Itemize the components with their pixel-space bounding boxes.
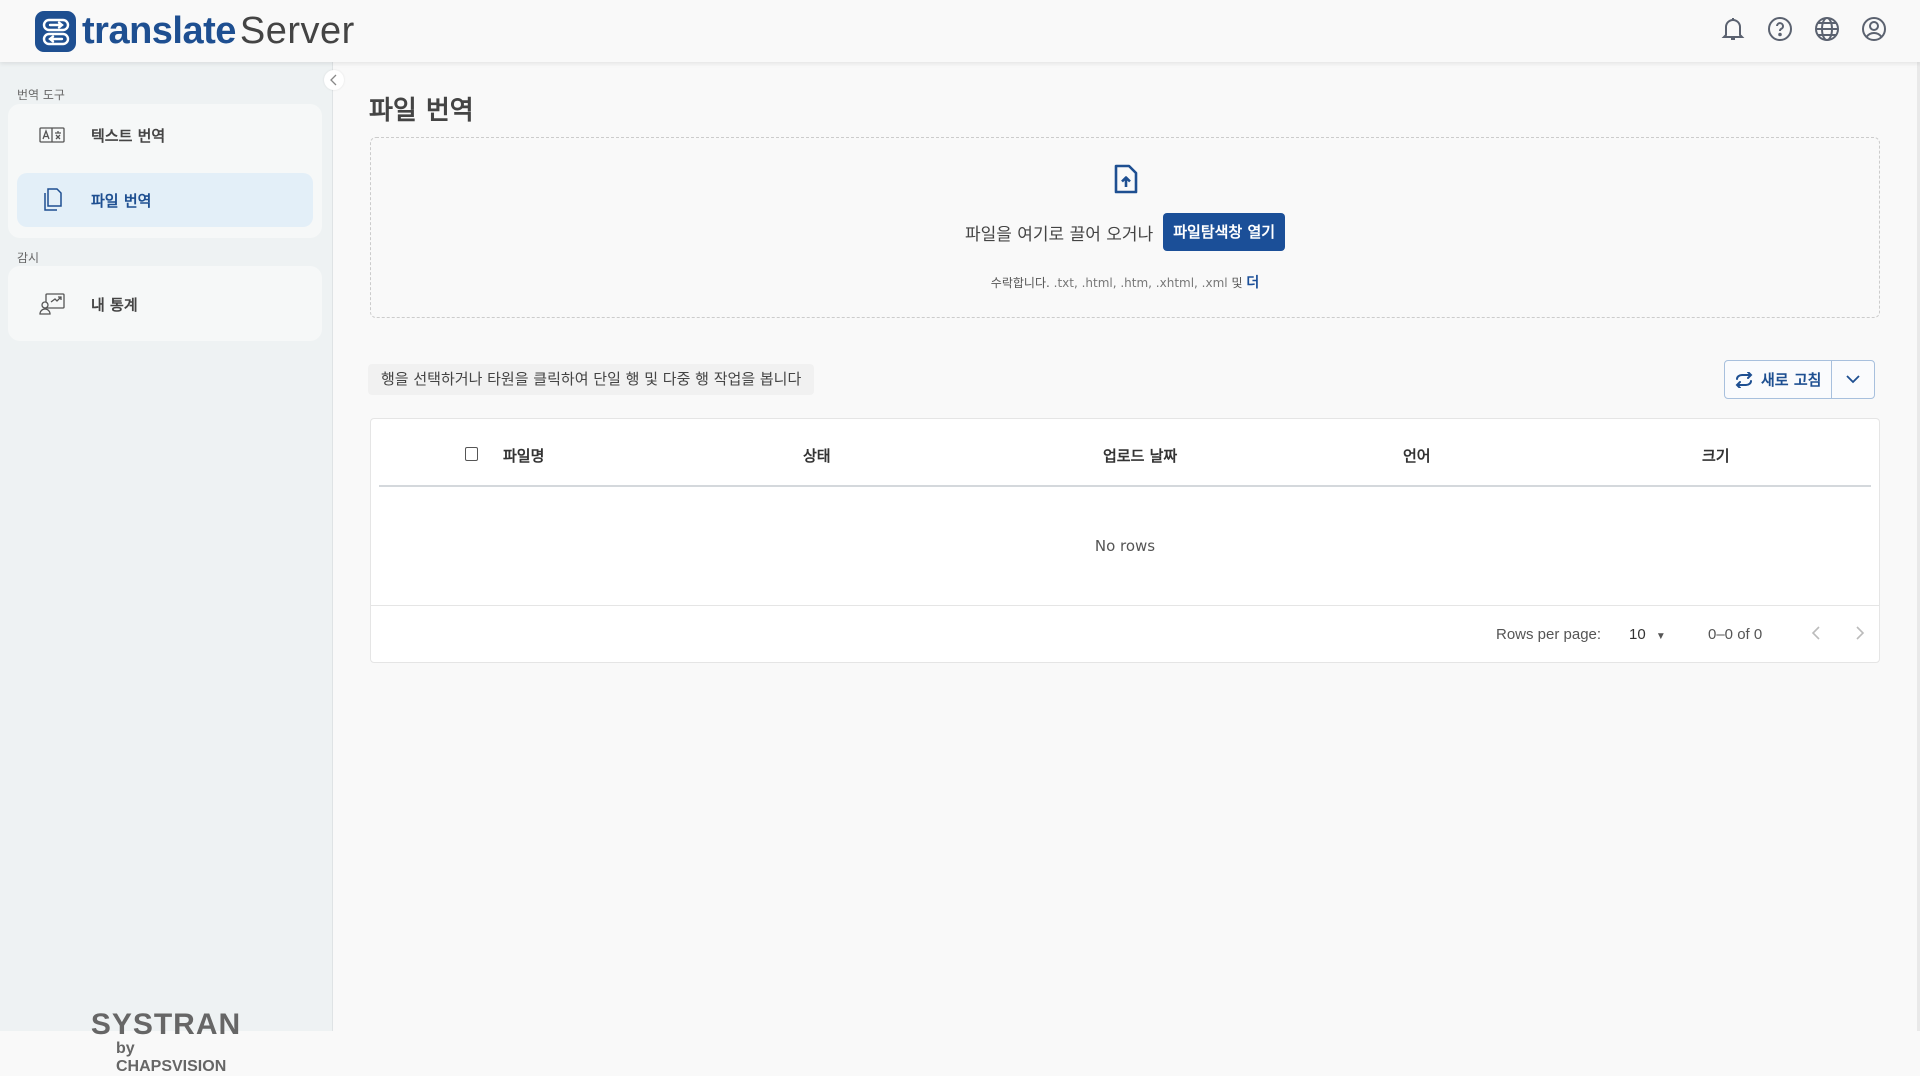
refresh-options-dropdown[interactable]	[1832, 361, 1874, 398]
rows-per-page-value: 10	[1629, 626, 1646, 643]
logo-text-server: Server	[239, 10, 355, 52]
sidebar-item-label: 텍스트 번역	[91, 126, 166, 145]
drag-drop-text: 파일을 여기로 끌어 오거나	[964, 224, 1154, 245]
pagination-range: 0–0 of 0	[1708, 626, 1763, 643]
stats-icon	[39, 293, 65, 315]
file-copy-icon	[44, 188, 62, 211]
systran-byline: by CHAPSVISION	[116, 1040, 227, 1075]
rows-per-page-label: Rows per page:	[1496, 626, 1602, 643]
systran-wordmark: SYSTRAN	[90, 1008, 242, 1041]
sidebar-item-text-translation[interactable]: 텍스트 번역	[17, 108, 313, 162]
refresh-button[interactable]: 새로 고침	[1725, 361, 1832, 398]
collapse-sidebar-button[interactable]	[324, 70, 344, 90]
table-pagination: Rows per page: 10 ▼ 0–0 of 0	[371, 605, 1879, 663]
column-header-size[interactable]: 크기	[1702, 445, 1730, 466]
previous-page-button[interactable]	[1810, 624, 1822, 642]
section-label-monitoring: 감시	[17, 251, 40, 265]
refresh-icon	[1735, 371, 1753, 388]
rows-per-page-select[interactable]: 10 ▼	[1629, 626, 1666, 643]
files-table: 파일명 상태 업로드 날짜 언어 크기 No rows Rows per pag…	[370, 418, 1880, 663]
refresh-label: 새로 고침	[1761, 371, 1822, 389]
section-label-translation-tools: 번역 도구	[17, 88, 65, 102]
sidebar-item-label: 파일 번역	[91, 191, 152, 210]
accepted-extensions: .txt, .html, .htm, .xhtml, .xml	[1049, 276, 1232, 290]
accept-prefix: 수락합니다.	[990, 276, 1050, 290]
column-header-upload-date[interactable]: 업로드 날짜	[1103, 445, 1177, 466]
next-page-button[interactable]	[1854, 624, 1866, 642]
bell-icon[interactable]	[1719, 15, 1746, 42]
table-header: 파일명 상태 업로드 날짜 언어 크기	[379, 419, 1871, 487]
file-upload-icon	[1114, 164, 1138, 194]
chevron-left-icon	[330, 74, 337, 86]
sidebar: 번역 도구 텍스트 번역 파일 번역 감시 내 통계 SYSTRAN by CH…	[0, 62, 333, 1075]
chevron-down-icon	[1846, 375, 1860, 384]
open-file-browser-button[interactable]: 파일탐색창 열기	[1163, 213, 1286, 251]
sidebar-item-label: 내 통계	[91, 295, 138, 314]
dropdown-caret-icon: ▼	[1655, 631, 1666, 642]
sidebar-item-file-translation[interactable]: 파일 번역	[17, 173, 313, 227]
user-icon[interactable]	[1860, 15, 1887, 42]
file-dropzone[interactable]: 파일을 여기로 끌어 오거나 파일탐색창 열기 수락합니다. .txt, .ht…	[370, 137, 1880, 318]
page-title: 파일 번역	[369, 96, 474, 126]
accept-and: 및	[1231, 276, 1243, 290]
refresh-split-button: 새로 고침	[1724, 360, 1875, 399]
empty-table-message: No rows	[1094, 537, 1156, 555]
column-header-language[interactable]: 언어	[1403, 445, 1431, 466]
logo-text-translate: translate	[82, 10, 236, 52]
column-header-status[interactable]: 상태	[803, 445, 831, 466]
select-all-checkbox[interactable]	[465, 447, 478, 461]
column-header-filename[interactable]: 파일명	[503, 445, 544, 466]
translation-tools-card: 텍스트 번역 파일 번역	[8, 104, 322, 238]
translate-logo-icon	[35, 11, 76, 52]
sidebar-item-my-stats[interactable]: 내 통계	[17, 277, 313, 331]
text-translate-icon	[39, 127, 65, 143]
row-actions-hint: 행을 선택하거나 타원을 클릭하여 단일 행 및 다중 행 작업을 봅니다	[368, 364, 815, 395]
more-formats-link[interactable]: 더	[1246, 275, 1259, 291]
systran-logo: SYSTRAN by CHAPSVISION	[86, 1010, 246, 1076]
monitoring-card: 내 통계	[8, 266, 322, 341]
help-icon[interactable]	[1766, 15, 1793, 42]
app-header: translate Server	[0, 0, 1920, 62]
globe-icon[interactable]	[1813, 15, 1840, 42]
app-logo[interactable]: translate Server	[35, 10, 355, 53]
